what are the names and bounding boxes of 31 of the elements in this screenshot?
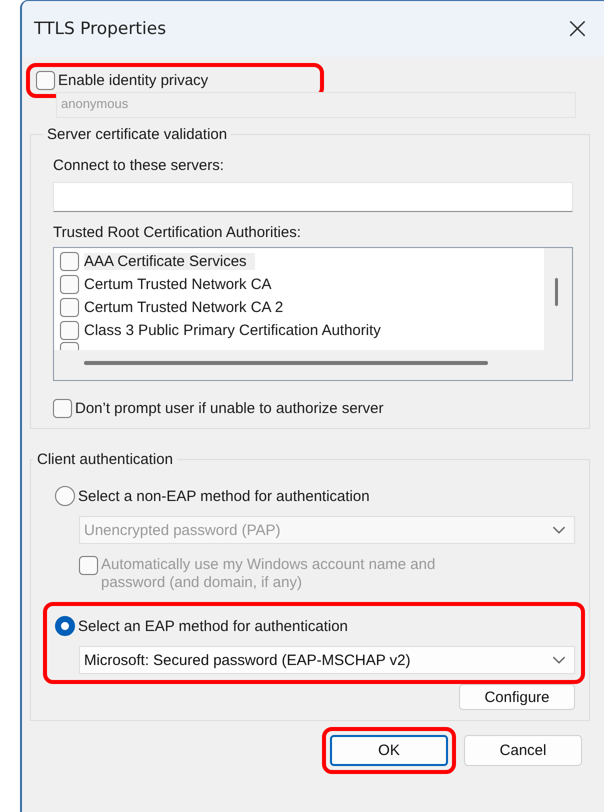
checkbox[interactable] <box>53 399 72 418</box>
checkbox[interactable] <box>60 321 79 340</box>
certificate-item[interactable]: AAA Certificate Services <box>84 253 255 270</box>
radio-label[interactable]: Select an EAP method for authentication <box>78 618 348 634</box>
radio-label[interactable]: Select a non-EAP method for authentication <box>78 488 370 504</box>
checkbox-label[interactable]: Don’t prompt user if unable to authorize server <box>75 400 384 417</box>
checkbox-label[interactable]: Enable identity privacy <box>58 72 208 89</box>
close-button[interactable]: × <box>558 14 596 44</box>
certificate-item[interactable]: Class 3 Public Primary Certification Authority <box>84 322 381 339</box>
radio-button[interactable] <box>55 616 75 636</box>
servers-input-field[interactable] <box>53 182 573 212</box>
chevron-down-icon <box>552 656 566 664</box>
field-label: Trusted Root Certification Authorities: <box>53 224 302 241</box>
window-title: TTLS Properties <box>34 19 166 39</box>
certificate-item[interactable]: Certum Trusted Network CA <box>84 276 272 293</box>
configure-button[interactable]: Configure <box>459 684 575 710</box>
method-dropdown[interactable]: Microsoft: Secured password (EAP-MSCHAP v2) <box>79 646 575 674</box>
chevron-down-icon <box>552 526 566 534</box>
checkbox[interactable] <box>60 252 79 271</box>
group-title: Server certificate validation <box>46 126 228 143</box>
checkbox[interactable] <box>36 71 55 90</box>
checkbox[interactable] <box>60 275 79 294</box>
horizontal-scrollbar[interactable] <box>84 361 488 365</box>
field-label: Connect to these servers: <box>53 157 225 174</box>
checkbox[interactable] <box>60 298 79 317</box>
group-title: Client authentication <box>36 451 174 468</box>
cancel-button[interactable]: Cancel <box>464 735 582 766</box>
ok-button[interactable]: OK <box>330 735 448 766</box>
vertical-scrollbar[interactable] <box>555 278 558 306</box>
certificate-item[interactable]: Certum Trusted Network CA 2 <box>84 299 284 316</box>
radio-button[interactable] <box>55 486 75 506</box>
